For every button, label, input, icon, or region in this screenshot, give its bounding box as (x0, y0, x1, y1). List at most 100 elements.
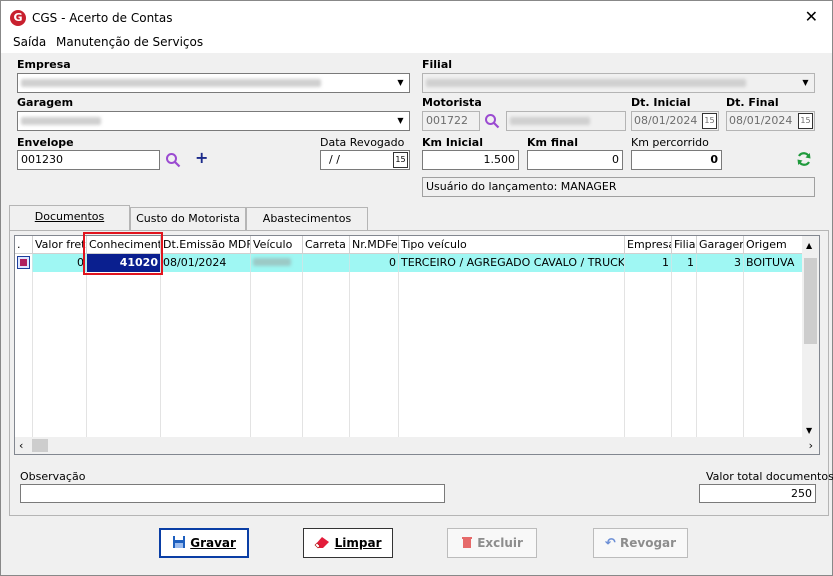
undo-arrow-icon: ↶ (604, 536, 616, 551)
col-header-filial[interactable]: Filial (672, 236, 697, 254)
grid-line (743, 272, 744, 442)
col-header-valor-frete[interactable]: Valor frete (33, 236, 87, 254)
data-revogado-field[interactable]: / / 15 (320, 150, 410, 170)
valor-total-label: Valor total documentos (706, 470, 833, 483)
tab-label: Abastecimentos (262, 212, 352, 225)
grid-line (302, 272, 303, 442)
envelope-label: Envelope (17, 136, 74, 149)
refresh-icon[interactable] (796, 151, 812, 167)
horizontal-scrollbar[interactable]: ‹ › (15, 437, 819, 454)
redacted-text (21, 79, 321, 87)
data-revogado-label: Data Revogado (320, 136, 405, 149)
filial-select[interactable]: ▼ (422, 73, 815, 93)
cell-veiculo[interactable] (251, 254, 303, 272)
col-header-tipo-veiculo[interactable]: Tipo veículo (399, 236, 625, 254)
tab-custo-motorista[interactable]: Custo do Motorista (130, 207, 246, 231)
dt-inicial-field[interactable]: 08/01/2024 15 (631, 111, 719, 131)
window-title: CGS - Acerto de Contas (32, 11, 173, 25)
search-icon[interactable] (165, 152, 181, 168)
col-header-veiculo[interactable]: Veículo (251, 236, 303, 254)
add-icon[interactable]: + (195, 148, 208, 167)
col-header-carreta[interactable]: Carreta 1 (303, 236, 350, 254)
revogar-button[interactable]: ↶ Revogar (593, 528, 688, 558)
checkbox[interactable] (17, 256, 30, 269)
scroll-left-icon[interactable]: ‹ (19, 439, 23, 452)
km-final-field[interactable]: 0 (527, 150, 623, 170)
grid-line (160, 272, 161, 442)
calendar-icon[interactable]: 15 (702, 113, 717, 129)
cell-carreta[interactable] (303, 254, 350, 272)
col-header-nr-mdfe[interactable]: Nr.MDFe (350, 236, 399, 254)
motorista-name-field[interactable] (506, 111, 626, 131)
excluir-label: Excluir (477, 536, 523, 550)
cell-valor-frete[interactable]: 0 (33, 254, 87, 272)
gravar-button[interactable]: Gravar (159, 528, 249, 558)
redacted-text (253, 258, 291, 266)
km-final-label: Km final (527, 136, 578, 149)
menu-bar: Saída Manutenção de Serviços (1, 33, 832, 53)
dt-final-field[interactable]: 08/01/2024 15 (726, 111, 815, 131)
cell-nr-mdfe[interactable]: 0 (350, 254, 399, 272)
chevron-down-icon[interactable]: ▼ (393, 75, 408, 91)
tab-abastecimentos[interactable]: Abastecimentos (246, 207, 368, 231)
close-icon[interactable]: ✕ (805, 7, 818, 26)
limpar-button[interactable]: Limpar (303, 528, 393, 558)
calendar-icon[interactable]: 15 (393, 152, 408, 168)
redacted-text (426, 79, 746, 87)
garagem-select[interactable]: ▼ (17, 111, 410, 131)
eraser-icon (315, 537, 330, 549)
redacted-text (21, 117, 101, 125)
grid-line (349, 272, 350, 442)
envelope-field[interactable]: 001230 (17, 150, 160, 170)
cell-filial[interactable]: 1 (672, 254, 697, 272)
save-icon (173, 536, 186, 548)
col-header-marker[interactable]: . (15, 236, 33, 254)
cell-garagem[interactable]: 3 (697, 254, 744, 272)
cell-empresa[interactable]: 1 (625, 254, 672, 272)
scroll-down-icon[interactable]: ▼ (806, 426, 812, 435)
app-logo-icon: G (10, 10, 26, 26)
scroll-thumb[interactable] (804, 258, 817, 344)
menu-manutencao-servicos[interactable]: Manutenção de Serviços (56, 35, 203, 49)
documentos-panel: . Valor frete Conhecimento Dt.Emissão MD… (9, 230, 833, 516)
scroll-up-icon[interactable]: ▲ (806, 241, 812, 250)
tab-strip: Documentos Custo do Motorista Abastecime… (9, 205, 829, 232)
chevron-down-icon[interactable]: ▼ (393, 113, 408, 129)
observacao-label: Observação (20, 470, 86, 483)
empresa-label: Empresa (17, 58, 71, 71)
empresa-select[interactable]: ▼ (17, 73, 410, 93)
menu-saida[interactable]: Saída (13, 35, 46, 49)
revogar-label: Revogar (620, 536, 677, 550)
grid-line (250, 272, 251, 442)
calendar-icon[interactable]: 15 (798, 113, 813, 129)
km-inicial-label: Km Inicial (422, 136, 483, 149)
col-header-origem[interactable]: Origem (744, 236, 804, 254)
annotation-highlight (83, 232, 163, 275)
col-header-empresa[interactable]: Empresa (625, 236, 672, 254)
chevron-down-icon[interactable]: ▼ (798, 75, 813, 91)
gravar-label: Gravar (190, 536, 236, 550)
tab-label: Documentos (34, 210, 105, 223)
grid-line (624, 272, 625, 442)
cell-dt-emissao[interactable]: 08/01/2024 (161, 254, 251, 272)
dt-final-value: 08/01/2024 (729, 114, 793, 127)
dt-final-label: Dt. Final (726, 96, 779, 109)
cell-origem[interactable]: BOITUVA (744, 254, 804, 272)
motorista-code-field[interactable]: 001722 (422, 111, 480, 131)
observacao-field[interactable] (20, 484, 445, 503)
excluir-button[interactable]: Excluir (447, 528, 537, 558)
cell-tipo-veiculo[interactable]: TERCEIRO / AGREGADO CAVALO / TRUCK (399, 254, 625, 272)
km-percorrido-field: 0 (631, 150, 722, 170)
vertical-scrollbar[interactable]: ▲ ▼ (802, 236, 819, 438)
km-inicial-field[interactable]: 1.500 (422, 150, 519, 170)
tab-documentos[interactable]: Documentos (9, 205, 130, 232)
col-header-dt-emissao[interactable]: Dt.Emissão MDFe (161, 236, 251, 254)
scroll-thumb[interactable] (32, 439, 48, 452)
garagem-label: Garagem (17, 96, 74, 109)
grid-line (696, 272, 697, 442)
search-icon[interactable] (484, 113, 500, 129)
checkbox-mark-icon (20, 259, 27, 266)
row-checkbox[interactable] (15, 254, 33, 272)
col-header-garagem[interactable]: Garagem (697, 236, 744, 254)
scroll-right-icon[interactable]: › (809, 439, 813, 452)
